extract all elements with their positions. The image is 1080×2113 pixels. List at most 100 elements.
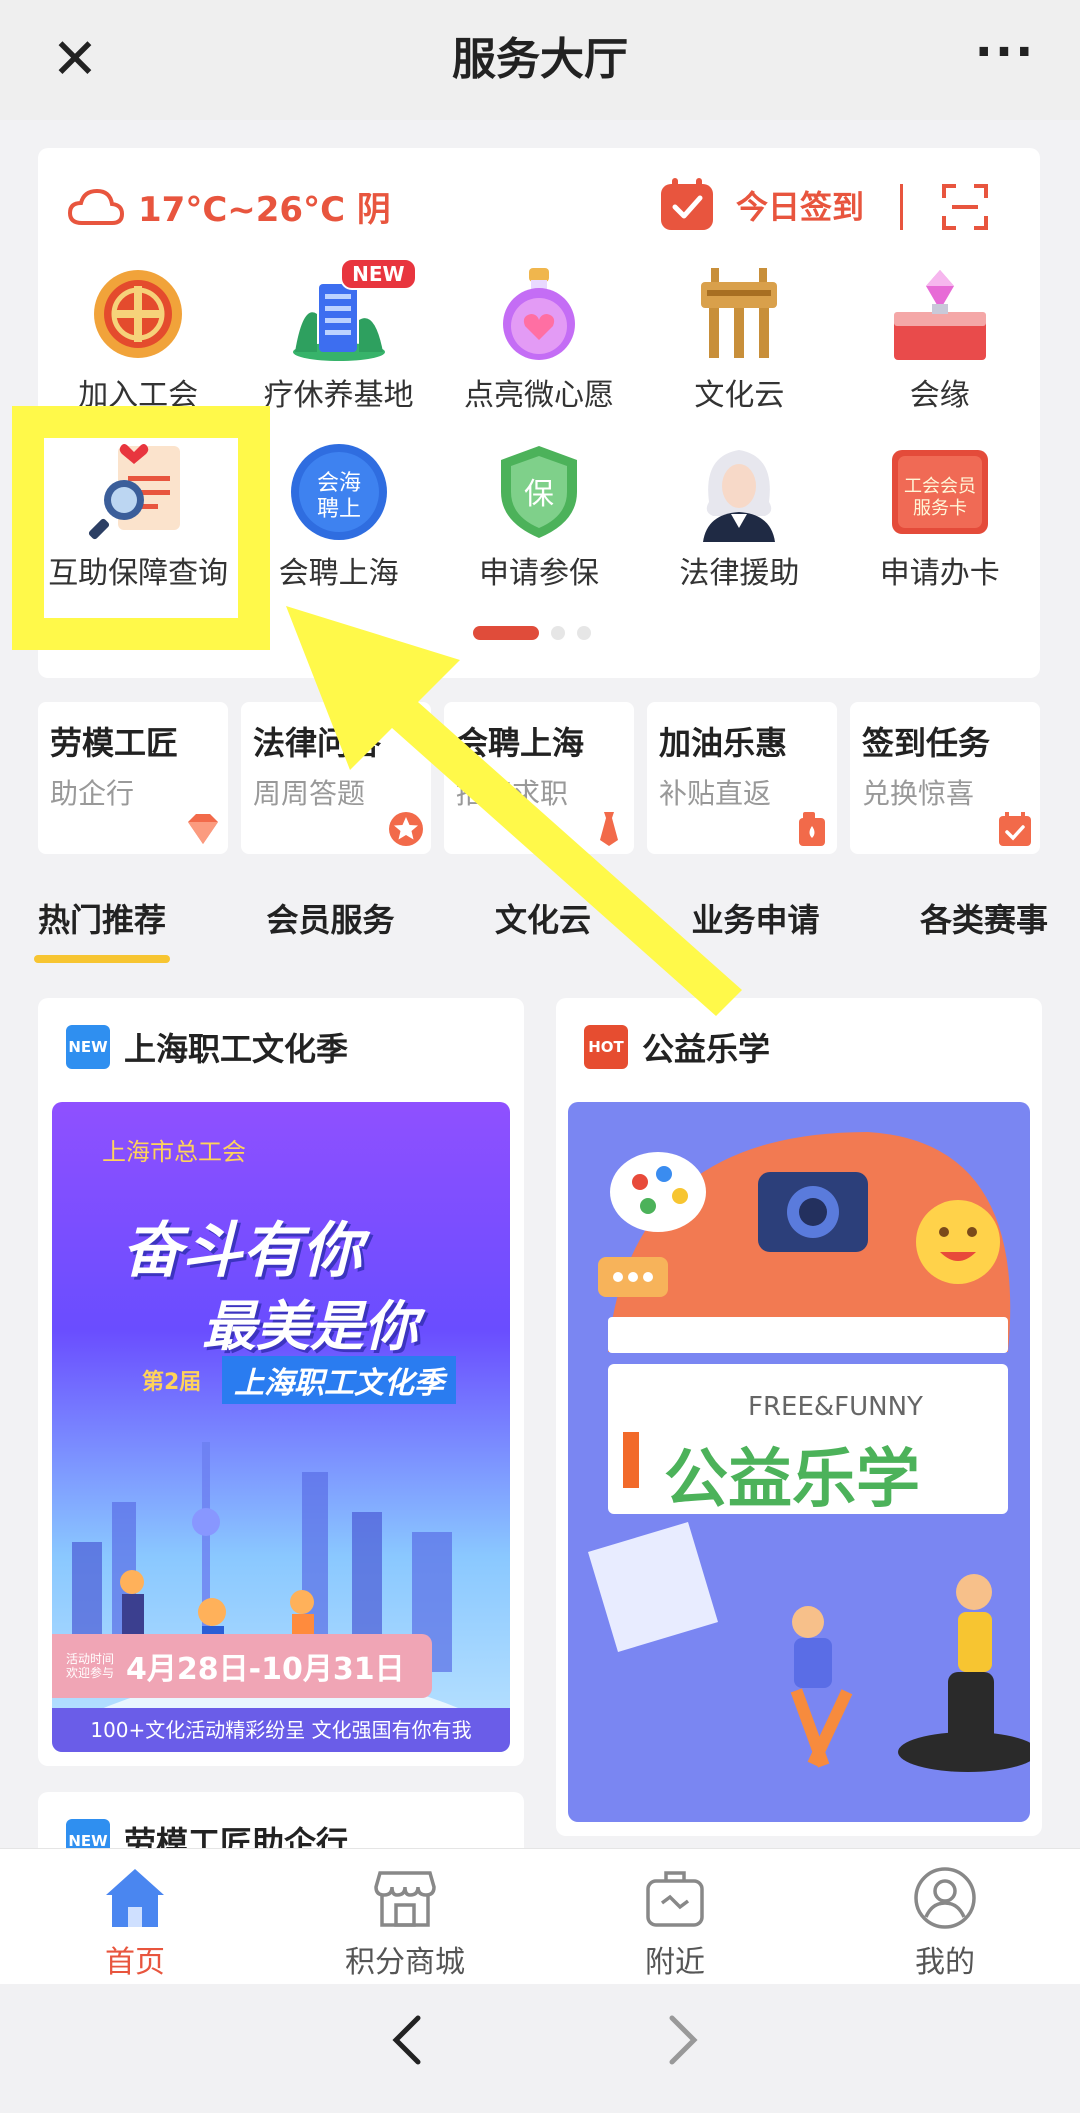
nav-label: 附近 xyxy=(645,1945,705,1980)
user-icon xyxy=(912,1865,978,1931)
grid-item-label: 法律援助 xyxy=(679,556,800,591)
category-tabs: 热门推荐 会员服务 文化云 业务申请 各类赛事 xyxy=(33,895,1048,963)
svg-text:聘上: 聘上 xyxy=(317,497,361,522)
resort-building-icon: NEW xyxy=(289,258,417,364)
poster-slogan-1: 奋斗有你 xyxy=(122,1216,362,1286)
nav-home[interactable]: 首页 xyxy=(0,1849,270,1984)
svg-text:会海: 会海 xyxy=(317,471,361,496)
cloud-icon xyxy=(68,187,124,227)
grid-item-label: 文化云 xyxy=(694,378,785,413)
tab-member-service[interactable]: 会员服务 xyxy=(266,895,394,955)
grid-item-culture-cloud[interactable]: 文化云 xyxy=(639,258,839,436)
quick-card-subtitle: 助企行 xyxy=(50,777,135,810)
poster-footer: 100+文化活动精彩纷呈 文化强国有你有我 xyxy=(52,1708,510,1752)
new-badge: NEW xyxy=(340,258,417,290)
nav-label: 积分商城 xyxy=(345,1945,465,1980)
feed-card-public-learning[interactable]: HOT 公益乐学 FREE&FUNNY 公益乐学 xyxy=(556,998,1042,1836)
page-indicator xyxy=(473,626,591,640)
grid-item-apply-card[interactable]: 工会会员 服务卡 申请办卡 xyxy=(840,436,1040,614)
public-learning-poster[interactable]: FREE&FUNNY 公益乐学 xyxy=(568,1102,1030,1822)
poster-cn-title: 公益乐学 xyxy=(664,1443,920,1517)
poster-subtitle: 上海职工文化季 xyxy=(222,1356,456,1404)
quick-card-subtitle: 兑换惊喜 xyxy=(862,777,975,810)
poster-edition: 第2届 xyxy=(142,1370,202,1395)
recruit-badge-icon: 会海 聘上 xyxy=(289,442,389,542)
grid-item-label: 点亮微心愿 xyxy=(463,378,614,413)
quick-card-legal-qa[interactable]: 法律问答 周周答题 xyxy=(241,702,431,854)
quick-card-recruit[interactable]: 会聘上海 招聘求职 xyxy=(444,702,634,854)
quick-card-title: 劳模工匠 xyxy=(50,724,179,762)
feed-card-culture-season[interactable]: NEW 上海职工文化季 上海市总工会 奋斗有你 最美是你 第2届 上海职工文化季… xyxy=(38,998,524,1766)
bronze-ding-icon xyxy=(689,264,789,364)
tab-competitions[interactable]: 各类赛事 xyxy=(920,895,1048,955)
tie-icon xyxy=(590,810,628,848)
signin-button[interactable]: 今日签到 xyxy=(658,176,864,234)
feed-card-title: 公益乐学 xyxy=(642,1030,771,1068)
browser-toolbar xyxy=(0,1984,1080,2113)
weather-widget: 17°C~26°C 阴 xyxy=(68,182,391,231)
hot-tag: HOT xyxy=(584,1025,628,1069)
chevron-left-icon[interactable] xyxy=(380,2010,440,2070)
divider xyxy=(900,184,903,230)
poster-slogan-2: 最美是你 xyxy=(202,1295,418,1358)
calendar-icon xyxy=(996,810,1034,848)
poster-date: 4月28日-10月31日 xyxy=(126,1652,405,1687)
quick-card-title: 签到任务 xyxy=(862,724,991,762)
quick-card-fuel[interactable]: 加油乐惠 补贴直返 xyxy=(647,702,837,854)
grid-item-huiyuan[interactable]: 会缘 xyxy=(840,258,1040,436)
wish-bottle-icon xyxy=(489,264,589,364)
quick-card-subtitle: 招聘求职 xyxy=(456,777,569,810)
svg-text:服务卡: 服务卡 xyxy=(913,498,967,519)
svg-text:工会会员: 工会会员 xyxy=(904,476,976,497)
scan-icon[interactable] xyxy=(942,184,988,230)
grid-item-light-wish[interactable]: 点亮微心愿 xyxy=(439,258,639,436)
tab-business-apply[interactable]: 业务申请 xyxy=(691,895,819,955)
quick-card-subtitle: 补贴直返 xyxy=(659,777,772,810)
home-icon xyxy=(102,1865,168,1931)
tab-culture-cloud[interactable]: 文化云 xyxy=(495,895,591,955)
poster-org: 上海市总工会 xyxy=(102,1138,246,1166)
signin-label: 今日签到 xyxy=(736,188,865,226)
lawyer-icon xyxy=(689,442,789,542)
poster-date-label: 活动时间 欢迎参与 xyxy=(66,1652,115,1680)
calendar-check-icon xyxy=(658,176,716,234)
member-card-icon: 工会会员 服务卡 xyxy=(890,442,990,542)
weather-text: 17°C~26°C 阴 xyxy=(138,190,391,230)
culture-season-poster[interactable]: 上海市总工会 奋斗有你 最美是你 第2届 上海职工文化季 活动时间 欢迎参与 4… xyxy=(52,1102,510,1752)
poster-en-title: FREE&FUNNY xyxy=(748,1392,923,1422)
highlight-box xyxy=(12,406,270,650)
union-badge-icon xyxy=(88,264,188,364)
nav-nearby[interactable]: 附近 xyxy=(540,1849,810,1984)
store-icon xyxy=(372,1865,438,1931)
quick-links: 劳模工匠 助企行 法律问答 周周答题 会聘上海 招聘求职 加油乐惠 补贴直返 签… xyxy=(38,702,1040,854)
toolbox-icon xyxy=(642,1865,708,1931)
grid-item-label: 申请参保 xyxy=(478,556,599,591)
page-dot xyxy=(577,626,591,640)
fuel-icon xyxy=(793,810,831,848)
star-icon xyxy=(387,810,425,848)
new-tag: NEW xyxy=(66,1025,110,1069)
tab-hot-recommend[interactable]: 热门推荐 xyxy=(33,895,171,963)
grid-item-label: 申请办卡 xyxy=(879,556,1000,591)
diamond-icon xyxy=(184,810,222,848)
grid-item-apply-insurance[interactable]: 保 申请参保 xyxy=(439,436,639,614)
quick-card-title: 加油乐惠 xyxy=(659,724,788,762)
bottom-nav: 首页 积分商城 附近 我的 xyxy=(0,1848,1080,1984)
grid-item-label: 会缘 xyxy=(909,378,970,413)
nav-points-store[interactable]: 积分商城 xyxy=(270,1849,540,1984)
grid-item-legal-aid[interactable]: 法律援助 xyxy=(639,436,839,614)
quick-card-title: 法律问答 xyxy=(253,724,382,762)
svg-text:保: 保 xyxy=(524,477,554,512)
more-icon[interactable]: ··· xyxy=(970,28,1040,90)
poster-date-banner: 活动时间 欢迎参与 4月28日-10月31日 xyxy=(52,1634,432,1698)
nav-label: 我的 xyxy=(915,1945,975,1980)
insurance-shield-icon: 保 xyxy=(489,442,589,542)
chevron-right-icon[interactable] xyxy=(650,2010,710,2070)
quick-card-checkin-task[interactable]: 签到任务 兑换惊喜 xyxy=(850,702,1040,854)
nav-label: 首页 xyxy=(105,1945,165,1980)
quick-card-model-worker[interactable]: 劳模工匠 助企行 xyxy=(38,702,228,854)
page-title: 服务大厅 xyxy=(452,34,628,85)
quick-card-subtitle: 周周答题 xyxy=(253,777,366,810)
nav-mine[interactable]: 我的 xyxy=(810,1849,1080,1984)
title-bar: ✕ 服务大厅 ··· xyxy=(0,0,1080,120)
